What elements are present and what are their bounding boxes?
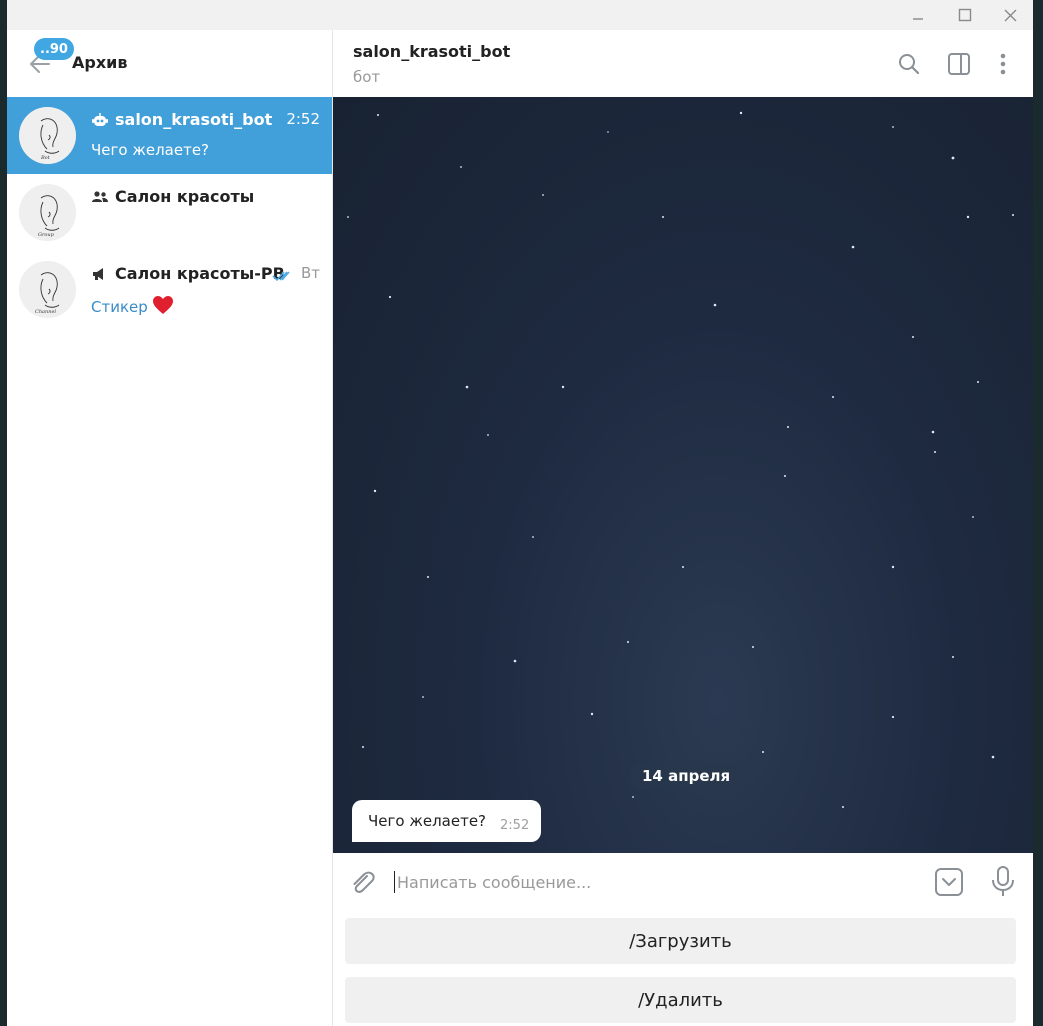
sidebar-toggle-icon <box>948 53 970 75</box>
chat-name: Салон красоты <box>91 187 254 206</box>
search-button[interactable] <box>896 51 922 77</box>
chat-preview: Стикер <box>91 295 174 319</box>
title-bar <box>7 0 1033 30</box>
chat-name-text: salon_krasoti_bot <box>115 110 273 129</box>
heart-emoji <box>152 295 174 319</box>
chat-name: Салон красоты-РВ <box>91 264 285 283</box>
sidebar-toggle-button[interactable] <box>946 51 972 77</box>
minimize-icon <box>913 18 923 20</box>
svg-text:Bot: Bot <box>40 155 51 161</box>
bot-keyboard-button[interactable] <box>934 867 964 897</box>
avatar: Group <box>19 184 76 241</box>
bot-command-button-delete[interactable]: /Удалить <box>345 977 1016 1023</box>
bot-keyboard-icon <box>935 868 963 896</box>
more-button[interactable] <box>990 51 1016 77</box>
chat-time: 2:52 <box>286 110 320 128</box>
chat-name-text: Салон красоты-РВ <box>115 264 285 283</box>
bot-icon <box>92 112 108 126</box>
chat-time: Вт <box>300 264 320 282</box>
chat-item-salon-krasoti-bot[interactable]: Bot salon_krasoti_bot 2:52 Чего желаете? <box>7 97 332 174</box>
chat-name-text: Салон красоты <box>115 187 255 206</box>
svg-text:Group: Group <box>38 232 55 238</box>
message-input[interactable] <box>397 868 917 896</box>
chat-preview-text: Чего желаете? <box>91 141 210 159</box>
channel-icon <box>93 267 103 280</box>
avatar: Bot <box>19 107 76 164</box>
text-caret <box>394 871 395 893</box>
message-composer <box>333 853 1033 913</box>
chat-preview: Чего желаете? <box>91 141 209 159</box>
chat-header: salon_krasoti_bot бот <box>333 30 1033 98</box>
avatar: Channel <box>19 261 76 318</box>
close-icon <box>1004 9 1016 21</box>
message-bubble[interactable]: Чего желаете? 2:52 <box>352 800 542 842</box>
archive-title: Архив <box>72 53 128 72</box>
chat-list-sidebar: ..90 Архив Bot salon_krasoti_bot 2:52 Че… <box>7 30 333 1026</box>
starry-background <box>347 111 1014 808</box>
voice-button[interactable] <box>990 865 1016 899</box>
chat-item-salon-krasoty-rv[interactable]: Channel Салон красоты-РВ Вт Стикер <box>7 251 332 328</box>
message-text: Чего желаете? <box>368 812 487 830</box>
chat-name: salon_krasoti_bot <box>91 110 272 129</box>
maximize-button[interactable] <box>942 0 988 30</box>
chat-panel: salon_krasoti_bot бот 14 апреля Чего жел… <box>333 30 1033 1026</box>
bot-command-button-upload[interactable]: /Загрузить <box>345 918 1016 964</box>
chat-title[interactable]: salon_krasoti_bot <box>353 42 510 61</box>
messages-area[interactable]: 14 апреля Чего желаете? 2:52 <box>333 97 1033 853</box>
close-button[interactable] <box>987 0 1033 30</box>
date-separator: 14 апреля <box>630 762 743 790</box>
search-icon <box>899 54 920 75</box>
unread-badge: ..90 <box>34 38 74 60</box>
attach-button[interactable] <box>347 867 377 897</box>
archive-header: ..90 Архив <box>7 30 332 97</box>
chat-subtitle: бот <box>353 68 381 86</box>
microphone-icon <box>992 866 1014 896</box>
paperclip-icon <box>353 871 375 893</box>
app-window: ..90 Архив Bot salon_krasoti_bot 2:52 Че… <box>7 0 1033 1026</box>
maximize-icon <box>958 8 972 22</box>
svg-text:Channel: Channel <box>35 309 56 315</box>
double-check-icon <box>272 267 294 286</box>
minimize-button[interactable] <box>895 0 941 30</box>
chat-item-salon-krasoty[interactable]: Group Салон красоты <box>7 174 332 251</box>
group-icon <box>92 190 108 202</box>
chat-preview-text: Стикер <box>91 298 148 316</box>
more-vertical-icon <box>1000 53 1006 75</box>
message-time: 2:52 <box>500 817 530 833</box>
